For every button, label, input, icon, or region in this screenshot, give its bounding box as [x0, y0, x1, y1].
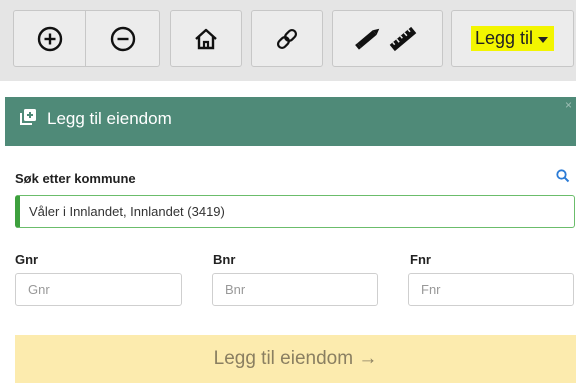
panel-title: Legg til eiendom	[47, 109, 172, 128]
kommune-search-input[interactable]: Våler i Innlandet, Innlandet (3419)	[15, 195, 575, 228]
kommune-search-value: Våler i Innlandet, Innlandet (3419)	[29, 204, 225, 219]
gnr-placeholder: Gnr	[28, 282, 50, 297]
home-icon	[195, 28, 217, 49]
gnr-label: Gnr	[15, 252, 39, 267]
add-square-icon	[20, 109, 36, 125]
add-dropdown-label: Legg til	[474, 28, 534, 48]
circle-plus-icon	[37, 26, 62, 51]
bnr-label: Bnr	[213, 252, 236, 267]
add-property-label: Legg til eiendom →	[213, 348, 378, 369]
zoom-out-button[interactable]	[86, 10, 160, 67]
bnr-input[interactable]: Bnr	[212, 273, 378, 306]
link-icon	[276, 28, 298, 49]
gnr-input[interactable]: Gnr	[15, 273, 182, 306]
zoom-in-button[interactable]	[13, 10, 86, 67]
add-dropdown-button[interactable]: Legg til	[451, 10, 574, 67]
panel-header: Legg til eiendom ×	[5, 97, 576, 146]
fnr-input[interactable]: Fnr	[408, 273, 574, 306]
search-icon[interactable]	[556, 169, 570, 183]
add-property-button[interactable]: Legg til eiendom →	[15, 335, 576, 383]
circle-minus-icon	[110, 26, 135, 51]
add-dropdown-highlight: Legg til	[470, 26, 555, 51]
pencil-ruler-icon	[354, 26, 416, 51]
link-button[interactable]	[251, 10, 323, 67]
map-toolbar: Legg til	[0, 0, 576, 81]
bnr-placeholder: Bnr	[225, 282, 246, 297]
home-button[interactable]	[170, 10, 242, 67]
fnr-label: Fnr	[410, 252, 431, 267]
caret-down-icon	[538, 36, 549, 43]
draw-measure-button[interactable]	[332, 10, 443, 67]
close-button[interactable]: ×	[565, 98, 572, 112]
kommune-search-label: Søk etter kommune	[15, 171, 136, 186]
fnr-placeholder: Fnr	[421, 282, 441, 297]
